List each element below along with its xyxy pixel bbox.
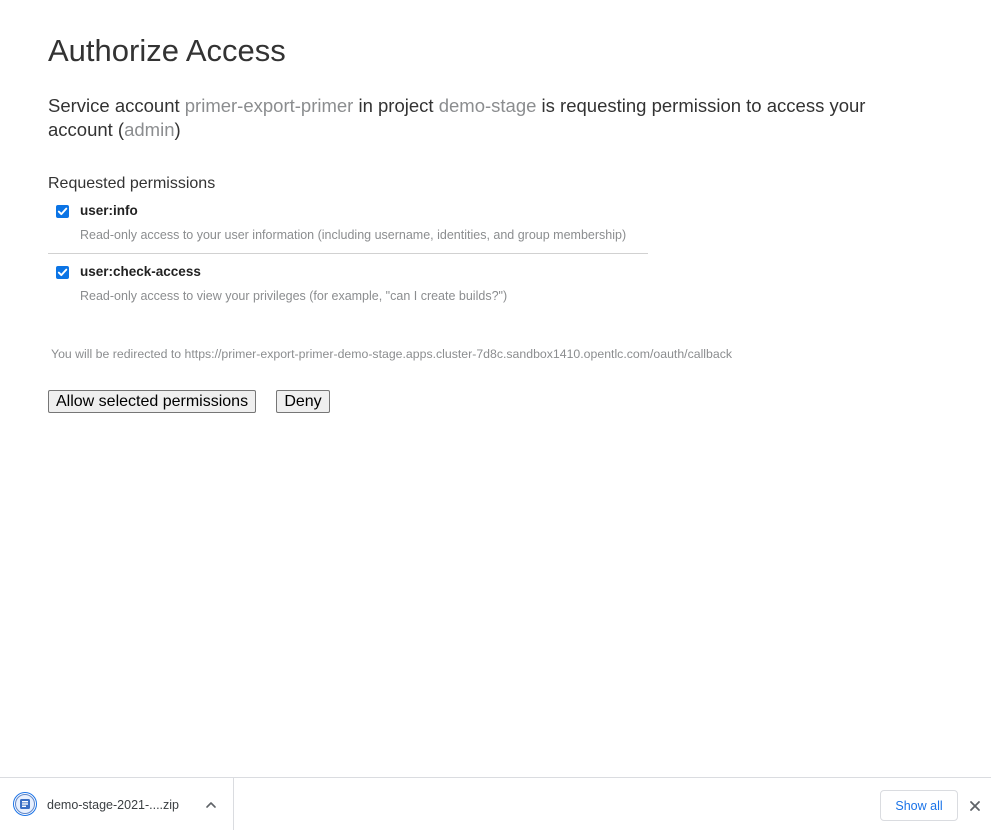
- permission-description: Read-only access to your user informatio…: [80, 228, 627, 242]
- download-item[interactable]: demo-stage-2021-....zip: [0, 778, 234, 830]
- intro-text-1: Service account: [48, 95, 185, 116]
- allow-selected-permissions-button[interactable]: Allow selected permissions: [48, 390, 256, 413]
- page-title: Authorize Access: [48, 33, 286, 68]
- redirect-notice: You will be redirected to https://primer…: [51, 347, 733, 361]
- browser-page: Authorize Access Service account primer-…: [0, 0, 991, 830]
- service-account-name: primer-export-primer: [184, 95, 354, 116]
- permission-item-user-info: user:info Read-only access to your user …: [48, 202, 648, 254]
- intro-text-2: in project: [353, 95, 439, 116]
- permission-checkbox-user-check-access[interactable]: [56, 266, 69, 279]
- zip-file-icon: [13, 792, 37, 816]
- permission-description: Read-only access to view your privileges…: [80, 289, 508, 303]
- project-name: demo-stage: [438, 95, 537, 116]
- download-bar: demo-stage-2021-....zip Show all: [0, 777, 991, 830]
- download-file-name: demo-stage-2021-....zip: [47, 798, 180, 812]
- show-all-downloads-button[interactable]: Show all: [880, 790, 958, 821]
- checkmark-icon: [57, 207, 68, 216]
- permission-checkbox-user-info[interactable]: [56, 205, 69, 218]
- deny-button[interactable]: Deny: [276, 390, 330, 413]
- checkmark-icon: [57, 268, 68, 277]
- close-icon[interactable]: [969, 799, 981, 811]
- chevron-up-icon[interactable]: [204, 798, 218, 812]
- permission-name: user:check-access: [80, 264, 201, 279]
- permission-name: user:info: [80, 203, 138, 218]
- user-name: admin: [124, 119, 175, 140]
- request-description: Service account primer-export-primer in …: [48, 94, 908, 142]
- permissions-heading: Requested permissions: [48, 175, 216, 192]
- intro-text-4: ): [174, 119, 181, 140]
